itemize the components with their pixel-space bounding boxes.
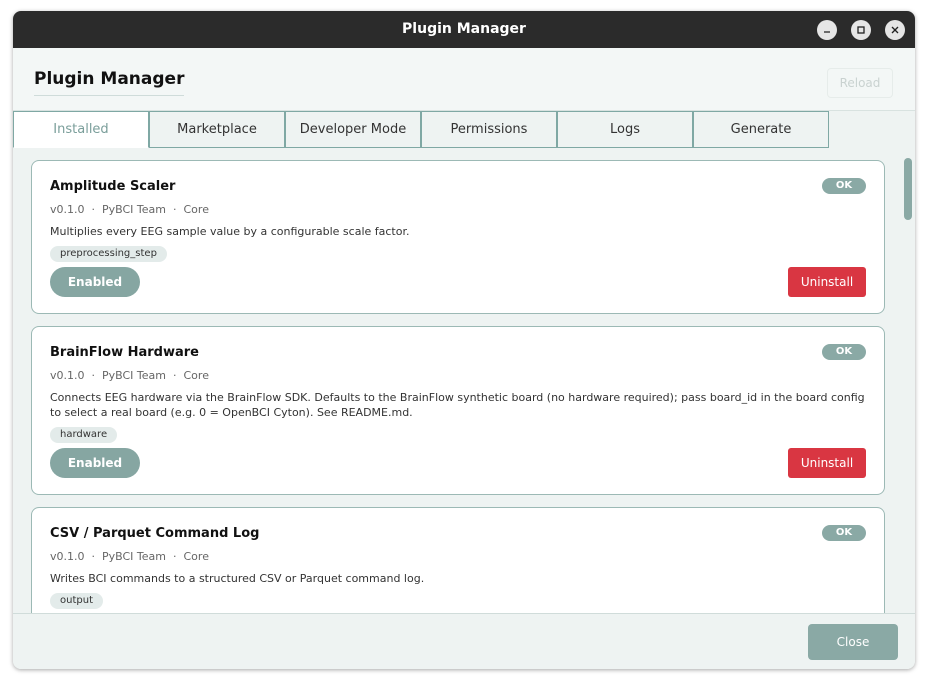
tab-installed[interactable]: Installed (13, 111, 149, 148)
status-badge: OK (822, 525, 866, 541)
tab-logs[interactable]: Logs (557, 111, 693, 148)
plugin-tag: preprocessing_step (50, 246, 167, 262)
plugin-meta: v0.1.0 · PyBCI Team · Core (50, 550, 209, 563)
plugin-version: v0.1.0 (50, 550, 85, 563)
plugin-author: PyBCI Team (102, 369, 166, 382)
dialog-header: Plugin Manager Reload (13, 48, 915, 111)
status-badge: OK (822, 178, 866, 194)
plugin-version: v0.1.0 (50, 369, 85, 382)
plugin-name: Amplitude Scaler (50, 179, 176, 194)
plugin-name: BrainFlow Hardware (50, 345, 199, 360)
tab-bar: Installed Marketplace Developer Mode Per… (13, 111, 915, 149)
reload-button[interactable]: Reload (827, 68, 893, 98)
close-button[interactable]: Close (808, 624, 898, 660)
plugin-description: Connects EEG hardware via the BrainFlow … (50, 391, 865, 419)
plugin-tag: output (50, 593, 103, 609)
uninstall-button[interactable]: Uninstall (788, 267, 866, 297)
page-title: Plugin Manager (34, 69, 185, 96)
meta-separator: · (173, 550, 177, 563)
plugin-manager-window: Plugin Manager Plugin Manager Reload Ins… (13, 11, 915, 669)
plugin-meta: v0.1.0 · PyBCI Team · Core (50, 203, 209, 216)
scrollbar[interactable] (902, 148, 914, 613)
meta-separator: · (173, 203, 177, 216)
plugin-name: CSV / Parquet Command Log (50, 526, 260, 541)
tab-generate[interactable]: Generate (693, 111, 829, 148)
plugin-description: Writes BCI commands to a structured CSV … (50, 572, 425, 585)
plugin-category: Core (183, 369, 209, 382)
maximize-icon[interactable] (851, 20, 871, 40)
meta-separator: · (91, 369, 96, 382)
meta-separator: · (173, 369, 177, 382)
plugin-version: v0.1.0 (50, 203, 85, 216)
meta-separator: · (91, 550, 96, 563)
window-title: Plugin Manager (402, 21, 526, 37)
plugin-card: Amplitude Scaler OK v0.1.0 · PyBCI Team … (31, 160, 885, 314)
plugin-list: Amplitude Scaler OK v0.1.0 · PyBCI Team … (13, 148, 915, 613)
plugin-author: PyBCI Team (102, 203, 166, 216)
plugin-card: BrainFlow Hardware OK v0.1.0 · PyBCI Tea… (31, 326, 885, 495)
meta-separator: · (91, 203, 96, 216)
plugin-meta: v0.1.0 · PyBCI Team · Core (50, 369, 209, 382)
uninstall-button[interactable]: Uninstall (788, 448, 866, 478)
tab-permissions[interactable]: Permissions (421, 111, 557, 148)
plugin-category: Core (183, 203, 209, 216)
dialog-footer: Close (13, 613, 915, 669)
plugin-author: PyBCI Team (102, 550, 166, 563)
plugin-card: CSV / Parquet Command Log OK v0.1.0 · Py… (31, 507, 885, 613)
plugin-description: Multiplies every EEG sample value by a c… (50, 225, 410, 238)
enabled-toggle[interactable]: Enabled (50, 448, 140, 478)
tab-developer-mode[interactable]: Developer Mode (285, 111, 421, 148)
title-bar[interactable]: Plugin Manager (13, 11, 915, 48)
status-badge: OK (822, 344, 866, 360)
minimize-icon[interactable] (817, 20, 837, 40)
scrollbar-thumb[interactable] (904, 158, 912, 220)
plugin-category: Core (183, 550, 209, 563)
close-icon[interactable] (885, 20, 905, 40)
tab-marketplace[interactable]: Marketplace (149, 111, 285, 148)
enabled-toggle[interactable]: Enabled (50, 267, 140, 297)
plugin-tag: hardware (50, 427, 118, 443)
